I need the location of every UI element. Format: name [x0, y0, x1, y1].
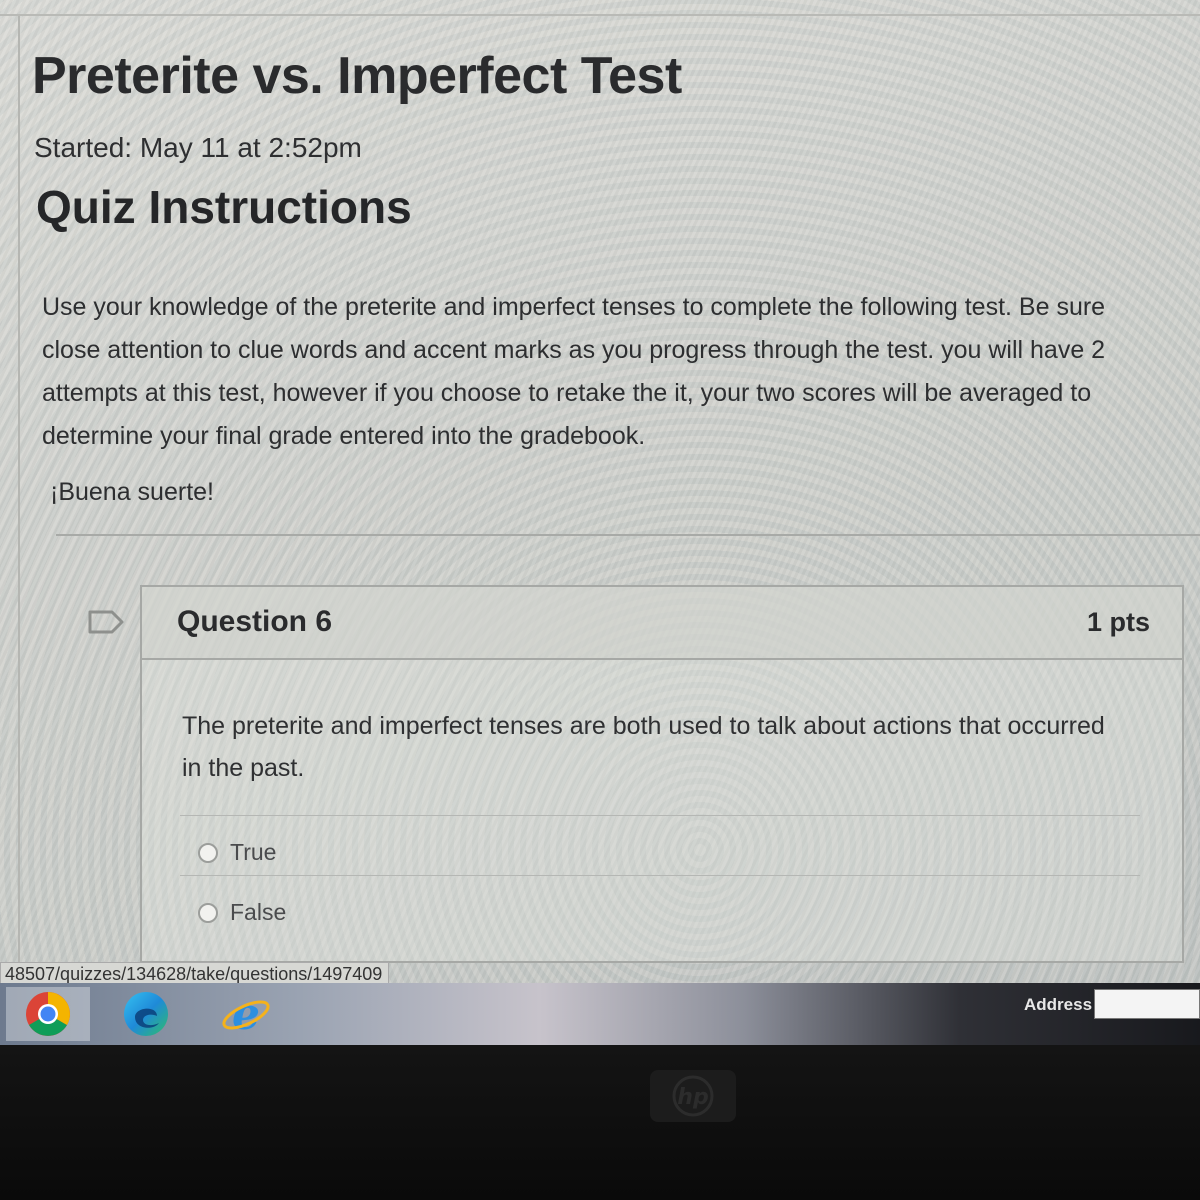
radio-button-false[interactable]	[198, 902, 218, 923]
answer-label: False	[230, 899, 287, 925]
address-input[interactable]	[1094, 989, 1200, 1019]
question-text-line: in the past.	[182, 754, 305, 782]
quiz-instructions-heading: Quiz Instructions	[36, 181, 412, 233]
edge-icon[interactable]	[104, 987, 188, 1041]
hp-logo-icon: hp	[650, 1070, 736, 1122]
laptop-bezel	[0, 1045, 1200, 1200]
radio-button-true[interactable]	[198, 842, 218, 863]
closing-text: ¡Buena suerte!	[50, 478, 214, 506]
top-border	[0, 0, 1200, 16]
internet-explorer-icon[interactable]: e	[204, 987, 288, 1041]
answer-option-true[interactable]: True	[198, 839, 276, 866]
question-header: Question 6 1 pts	[142, 587, 1182, 660]
instructions-line: attempts at this test, however if you ch…	[42, 379, 1092, 407]
question-points: 1 pts	[1086, 607, 1150, 637]
answer-option-false[interactable]: False	[198, 899, 286, 926]
answer-divider	[180, 875, 1140, 876]
flag-outline-icon[interactable]	[88, 610, 124, 634]
question-card: Question 6 1 pts The preterite and imper…	[140, 585, 1184, 963]
instructions-line: close attention to clue words and accent…	[42, 336, 1106, 364]
instructions-line: determine your final grade entered into …	[42, 422, 646, 450]
taskbar: e Address	[0, 983, 1200, 1045]
section-divider	[56, 534, 1200, 536]
page-title: Preterite vs. Imperfect Test	[32, 47, 682, 105]
svg-text:hp: hp	[677, 1085, 708, 1110]
answer-divider	[180, 815, 1140, 816]
question-text: The preterite and imperfect tenses are b…	[182, 705, 1142, 789]
answer-label: True	[230, 839, 277, 865]
instructions-body: Use your knowledge of the preterite and …	[42, 286, 1200, 458]
svg-text:e: e	[232, 989, 260, 1039]
question-text-line: The preterite and imperfect tenses are b…	[182, 712, 1105, 740]
screen: Preterite vs. Imperfect Test Started: Ma…	[0, 0, 1200, 1045]
instructions-line: Use your knowledge of the preterite and …	[42, 293, 1106, 321]
address-label: Address	[1024, 995, 1093, 1014]
left-border	[18, 16, 20, 976]
chrome-icon[interactable]	[6, 987, 90, 1041]
started-timestamp: Started: May 11 at 2:52pm	[34, 132, 362, 163]
question-title: Question 6	[177, 605, 333, 638]
